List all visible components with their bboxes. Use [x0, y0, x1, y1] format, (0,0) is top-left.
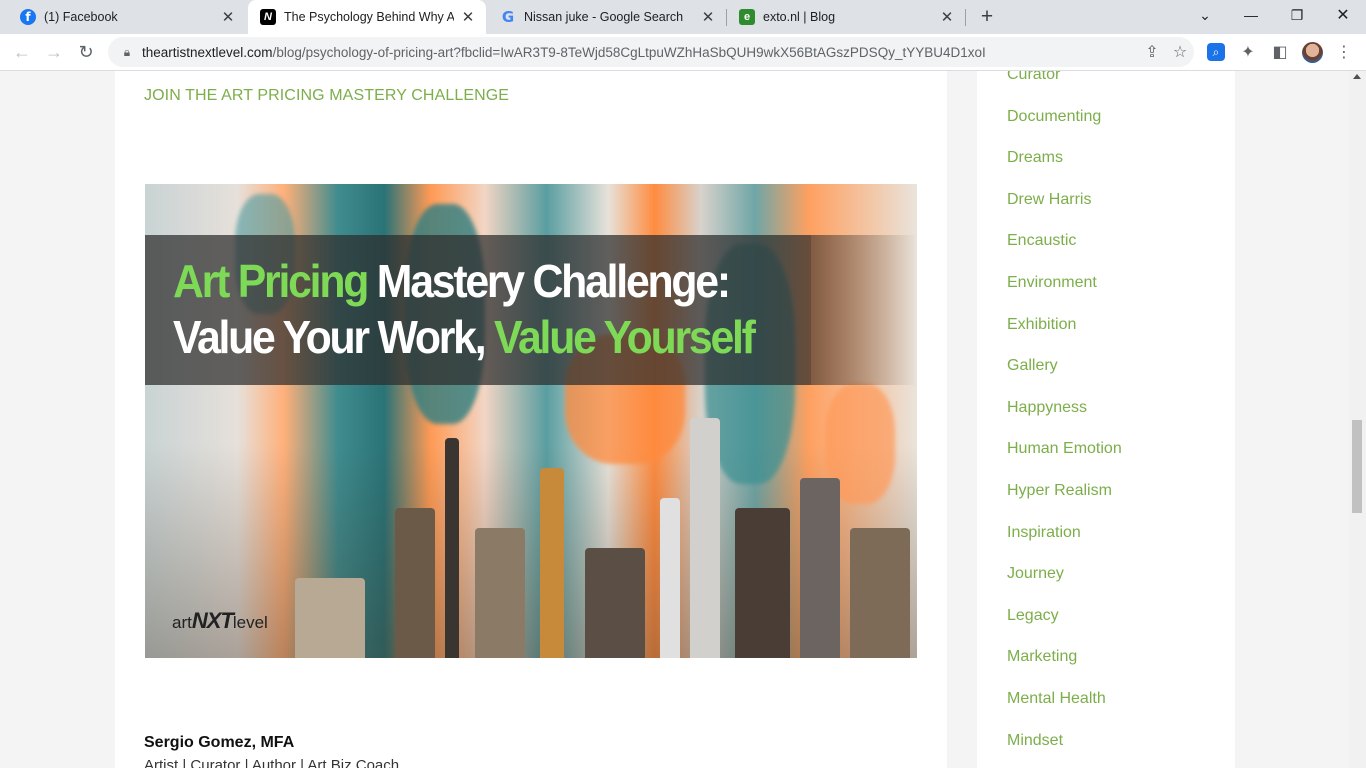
tab-psychology-pricing[interactable]: N The Psychology Behind Why Arti ✕: [248, 0, 486, 34]
tab-title: The Psychology Behind Why Arti: [284, 10, 454, 24]
scroll-up-arrow-icon[interactable]: [1353, 74, 1361, 79]
sidebar-category-link[interactable]: Gallery: [1007, 345, 1122, 387]
tab-title: Nissan juke - Google Search: [524, 10, 684, 24]
tab-strip: f (1) Facebook ✕ N The Psychology Behind…: [0, 0, 1366, 34]
sidebar-category-link[interactable]: Mindset: [1007, 720, 1122, 762]
close-tab-icon[interactable]: ✕: [939, 9, 955, 26]
artnxtlevel-logo: artNXTlevel: [172, 608, 268, 634]
tab-title: (1) Facebook: [44, 10, 118, 24]
banner-title-green: Value Yourself: [494, 311, 756, 363]
forward-arrow-icon[interactable]: →: [40, 38, 68, 66]
side-panel-icon[interactable]: ◧: [1268, 40, 1292, 64]
tab-separator: [965, 9, 966, 26]
logo-suffix: level: [232, 613, 268, 632]
tab-title: exto.nl | Blog: [763, 10, 836, 24]
banner-title-white: Value Your Work,: [173, 311, 495, 363]
brush: [800, 478, 840, 658]
bookmark-star-icon[interactable]: ☆: [1166, 38, 1194, 66]
facebook-icon: f: [20, 9, 36, 25]
brush: [690, 418, 720, 658]
brush: [540, 468, 564, 658]
exto-icon: e: [739, 9, 755, 25]
sidebar-category-link[interactable]: Dreams: [1007, 137, 1122, 179]
url-path: /blog/psychology-of-pricing-art?fbclid=I…: [272, 44, 986, 60]
browser-toolbar: ← → ↻ 🔒︎ theartistnextlevel.com/blog/psy…: [0, 34, 1366, 71]
share-icon[interactable]: ⇪: [1138, 38, 1166, 66]
sidebar-category-link[interactable]: Hyper Realism: [1007, 470, 1122, 512]
scrollbar-thumb[interactable]: [1352, 420, 1362, 513]
extensions-puzzle-icon[interactable]: ✦: [1236, 40, 1260, 64]
close-tab-icon[interactable]: ✕: [220, 9, 236, 26]
banner-title-line-1: Art Pricing Mastery Challenge:: [173, 254, 731, 308]
reload-icon[interactable]: ↻: [72, 38, 100, 66]
menu-kebab-icon[interactable]: ⋮: [1332, 40, 1356, 64]
close-window-icon[interactable]: ✕: [1320, 0, 1366, 30]
paint-jar: [295, 578, 365, 658]
google-icon: G: [501, 8, 515, 26]
brush: [445, 438, 459, 658]
page-scrollbar[interactable]: [1349, 71, 1366, 768]
sidebar-category-link[interactable]: Mental Health: [1007, 678, 1122, 720]
logo-bold: NXT: [191, 608, 234, 633]
category-list: Curator Documenting Dreams Drew Harris Encau…: [1007, 71, 1122, 761]
sidebar-category-link[interactable]: Documenting: [1007, 96, 1122, 138]
tab-search-chevron-down-icon[interactable]: ⌄: [1182, 0, 1228, 30]
sidebar-category-link[interactable]: Inspiration: [1007, 512, 1122, 554]
tab-exto-blog[interactable]: e exto.nl | Blog ✕: [727, 0, 965, 34]
sidebar-categories: Curator Documenting Dreams Drew Harris Encau…: [977, 71, 1235, 768]
logo-prefix: art: [172, 613, 192, 632]
brush: [660, 498, 680, 658]
paint-jar: [475, 528, 525, 658]
sidebar-category-link[interactable]: Happyness: [1007, 387, 1122, 429]
article-column: JOIN THE ART PRICING MASTERY CHALLENGE A…: [115, 71, 947, 768]
page-viewport: JOIN THE ART PRICING MASTERY CHALLENGE A…: [0, 71, 1366, 768]
paint-jar: [850, 528, 910, 658]
minimize-icon[interactable]: —: [1228, 0, 1274, 30]
new-tab-plus-icon[interactable]: +: [975, 5, 999, 28]
author-subtitle: Artist | Curator | Author | Art Biz Coac…: [144, 757, 400, 768]
sidebar-category-link[interactable]: Marketing: [1007, 636, 1122, 678]
sidebar-category-link[interactable]: Legacy: [1007, 595, 1122, 637]
close-tab-icon[interactable]: ✕: [460, 9, 476, 26]
paint-jar: [395, 508, 435, 658]
url-host: theartistnextlevel.com: [142, 44, 273, 60]
sidebar-category-link[interactable]: Curator: [1007, 71, 1122, 96]
banner-title-backdrop-fade: [811, 235, 917, 385]
sidebar-category-link[interactable]: Encaustic: [1007, 220, 1122, 262]
profile-avatar[interactable]: [1302, 42, 1323, 63]
sidebar-category-link[interactable]: Human Emotion: [1007, 428, 1122, 470]
address-bar[interactable]: 🔒︎ theartistnextlevel.com/blog/psycholog…: [108, 37, 1194, 67]
close-tab-icon[interactable]: ✕: [700, 9, 716, 26]
back-arrow-icon[interactable]: ←: [8, 38, 36, 66]
join-challenge-link[interactable]: JOIN THE ART PRICING MASTERY CHALLENGE: [144, 87, 509, 105]
author-name: Sergio Gomez, MFA: [144, 734, 295, 751]
challenge-banner-image[interactable]: Art Pricing Mastery Challenge: Value You…: [145, 184, 917, 658]
url-text[interactable]: theartistnextlevel.com/blog/psychology-o…: [142, 45, 1138, 60]
tab-facebook[interactable]: f (1) Facebook ✕: [8, 0, 246, 34]
banner-title-white: Mastery Challenge:: [367, 255, 731, 307]
sidebar-category-link[interactable]: Exhibition: [1007, 304, 1122, 346]
tab-google-search[interactable]: G Nissan juke - Google Search ✕: [488, 0, 726, 34]
sidebar-category-link[interactable]: Environment: [1007, 262, 1122, 304]
sidebar-category-link[interactable]: Drew Harris: [1007, 179, 1122, 221]
restore-icon[interactable]: ❐: [1274, 0, 1320, 30]
artnxtlevel-icon: N: [260, 9, 276, 25]
paint-jar: [585, 548, 645, 658]
search-extension-icon[interactable]: ⌕: [1207, 43, 1225, 61]
paint-jar: [735, 508, 790, 658]
banner-title-line-2: Value Your Work, Value Yourself: [173, 310, 756, 364]
banner-title-green: Art Pricing: [173, 255, 369, 307]
lock-icon[interactable]: 🔒︎: [120, 45, 134, 60]
sidebar-category-link[interactable]: Journey: [1007, 553, 1122, 595]
